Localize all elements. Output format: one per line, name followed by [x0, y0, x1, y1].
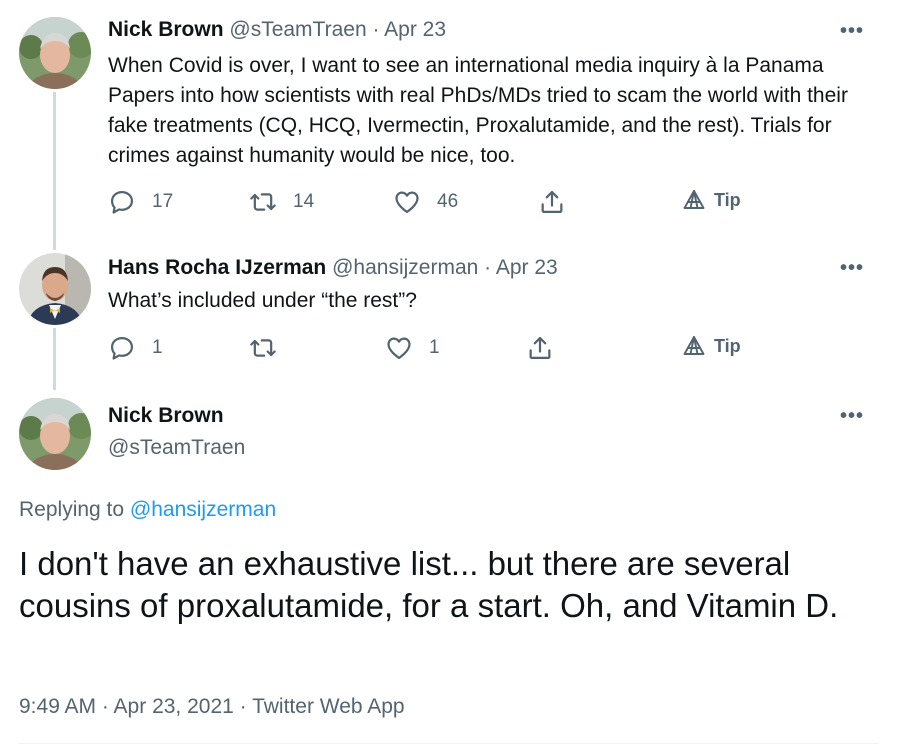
main-tweet-text: I don't have an exhaustive list... but t… [19, 545, 839, 624]
tip-button[interactable]: Tip [682, 188, 741, 212]
retweet-button[interactable] [249, 334, 293, 362]
avatar[interactable] [19, 253, 91, 325]
thread-line [53, 328, 56, 390]
author-handle[interactable]: @sTeamTraen [108, 436, 245, 460]
avatar[interactable] [19, 17, 91, 89]
reply-icon [110, 336, 134, 360]
reply-button[interactable]: 17 [108, 188, 173, 216]
tweet-header: Nick Brown @sTeamTraen · Apr 23 [108, 18, 446, 42]
author-handle[interactable]: @hansijzerman [332, 256, 478, 279]
tweet-timestamp[interactable]: 9:49 AM · Apr 23, 2021 · Twitter Web App [19, 695, 405, 719]
more-options-button[interactable]: ••• [840, 405, 864, 428]
replying-to-link[interactable]: @hansijzerman [130, 498, 276, 521]
heart-icon [387, 337, 411, 360]
tweet-header: Hans Rocha IJzerman @hansijzerman · Apr … [108, 256, 558, 280]
tweet-text: When Covid is over, I want to see an int… [108, 54, 848, 167]
like-count: 46 [437, 191, 459, 212]
tweet-text: What’s included under “the rest”? [108, 289, 417, 312]
author-handle[interactable]: @sTeamTraen [229, 18, 366, 41]
more-options-button[interactable]: ••• [840, 20, 864, 43]
author-name[interactable]: Nick Brown [108, 404, 224, 428]
more-options-button[interactable]: ••• [840, 257, 864, 280]
tip-label: Tip [714, 335, 741, 356]
reply-icon [110, 190, 134, 214]
replying-prefix: Replying to [19, 498, 125, 521]
like-button[interactable]: 46 [393, 188, 458, 216]
like-button[interactable]: 1 [385, 334, 440, 362]
avatar-image [19, 253, 91, 325]
avatar-image [19, 398, 91, 470]
avatar-image [19, 17, 91, 89]
retweet-icon [250, 339, 276, 357]
tip-icon [683, 190, 705, 209]
divider [19, 743, 879, 744]
author-name[interactable]: Hans Rocha IJzerman [108, 256, 326, 279]
tip-button[interactable]: Tip [682, 334, 741, 358]
retweet-icon [250, 193, 276, 211]
reply-count: 1 [152, 337, 163, 358]
reply-button[interactable]: 1 [108, 334, 163, 362]
retweet-button[interactable]: 14 [249, 188, 314, 216]
separator: · [484, 256, 492, 279]
tip-icon [683, 336, 705, 355]
heart-icon [395, 191, 419, 214]
tweet-actions: 1 1 Tip [108, 334, 788, 364]
tweet-date[interactable]: Apr 23 [384, 18, 446, 41]
tweet-actions: 17 14 46 Tip [108, 188, 788, 218]
share-icon [529, 336, 551, 360]
thread-line [53, 92, 56, 250]
share-button[interactable] [538, 188, 566, 216]
reply-count: 17 [152, 191, 174, 212]
replying-to: Replying to @hansijzerman [19, 498, 276, 522]
share-icon [541, 190, 563, 214]
tip-label: Tip [714, 189, 741, 210]
separator: · [372, 18, 380, 41]
author-name[interactable]: Nick Brown [108, 18, 224, 41]
share-button[interactable] [526, 334, 554, 362]
like-count: 1 [429, 337, 440, 358]
avatar[interactable] [19, 398, 91, 470]
tweet-date[interactable]: Apr 23 [496, 256, 558, 279]
retweet-count: 14 [293, 191, 315, 212]
